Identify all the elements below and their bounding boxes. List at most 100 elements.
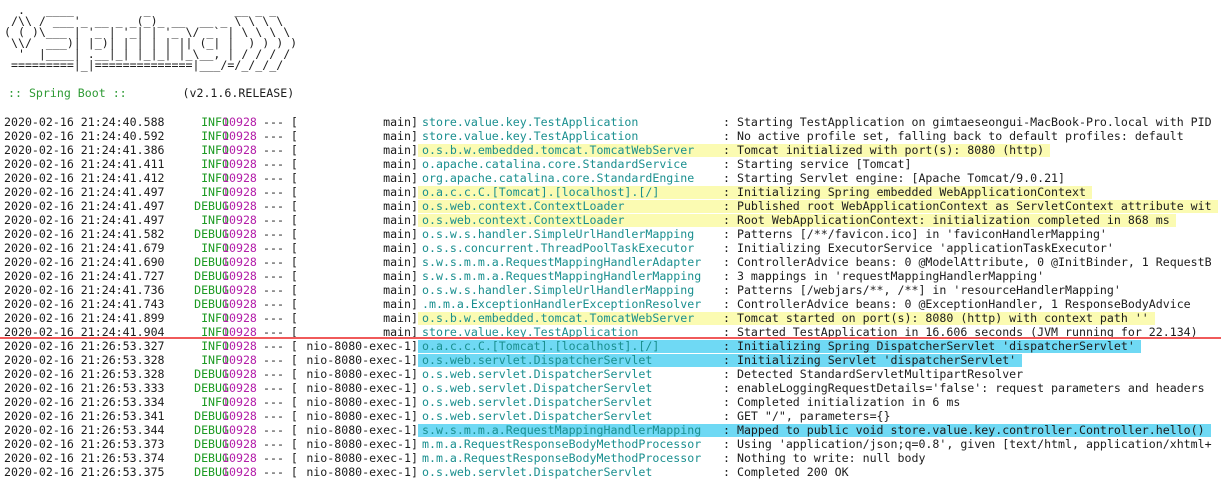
log-pid: 10928 <box>222 115 257 129</box>
log-thread: nio-8080-exec-1] <box>306 339 418 353</box>
log-logger: o.s.b.w.embedded.tomcat.TomcatWebServer <box>422 311 695 325</box>
log-message: : GET "/", parameters={} <box>723 409 891 423</box>
log-separator: --- [ <box>263 423 298 437</box>
log-logger: s.w.s.m.m.a.RequestMappingHandlerMapping <box>422 423 702 437</box>
log-logger: o.s.web.servlet.DispatcherServlet <box>422 395 653 409</box>
log-line: 2020-02-16 21:26:53.344 DEBUG 10928 --- [ni… <box>4 423 1221 437</box>
log-pid: 10928 <box>222 283 257 297</box>
log-timestamp: 2020-02-16 21:24:41.736 <box>4 283 165 297</box>
log-line: 2020-02-16 21:26:53.375 DEBUG 10928 --- [ni… <box>4 465 1221 479</box>
log-timestamp: 2020-02-16 21:24:41.386 <box>4 143 165 157</box>
spring-ascii-banner: . ____ _ __ _ _ /\\ / ___'_ __ _ _(_)_ _… <box>4 3 298 73</box>
log-timestamp: 2020-02-16 21:26:53.344 <box>4 423 165 437</box>
log-pid: 10928 <box>222 143 257 157</box>
log-pid: 10928 <box>222 171 257 185</box>
log-separator: --- [ <box>263 241 298 255</box>
log-pid: 10928 <box>222 423 257 437</box>
log-logger: .m.m.a.ExceptionHandlerExceptionResolver <box>422 297 702 311</box>
log-pid: 10928 <box>222 185 257 199</box>
log-pid: 10928 <box>222 381 257 395</box>
log-logger: store.value.key.TestApplication <box>422 129 639 143</box>
log-thread: main] <box>383 143 418 157</box>
log-logger: o.s.web.servlet.DispatcherServlet <box>422 409 653 423</box>
log-thread: nio-8080-exec-1] <box>306 465 418 479</box>
log-separator: --- [ <box>263 115 298 129</box>
log-thread: nio-8080-exec-1] <box>306 367 418 381</box>
log-message: : Published root WebApplicationContext a… <box>723 199 1212 213</box>
boot-line: :: Spring Boot :: (v2.1.6.RELEASE) <box>8 86 294 100</box>
log-pid: 10928 <box>222 297 257 311</box>
log-message: : Nothing to write: null body <box>723 451 926 465</box>
log-line: 2020-02-16 21:24:41.679 INFO 10928 --- [mai… <box>4 241 1221 255</box>
log-message: : Initializing ExecutorService 'applicat… <box>723 241 1114 255</box>
log-timestamp: 2020-02-16 21:26:53.374 <box>4 451 165 465</box>
log-logger: o.a.c.c.C.[Tomcat].[localhost].[/] <box>422 185 660 199</box>
log-message: : No active profile set, falling back to… <box>723 129 1184 143</box>
log-line: 2020-02-16 21:24:41.690 DEBUG 10928 --- [ma… <box>4 255 1221 269</box>
log-timestamp: 2020-02-16 21:26:53.328 <box>4 353 165 367</box>
log-message: : 3 mappings in 'requestMappingHandlerMa… <box>723 269 1045 283</box>
log-logger: store.value.key.TestApplication <box>422 115 639 129</box>
spring-boot-label: :: Spring Boot :: <box>8 86 127 100</box>
log-logger: s.w.s.m.m.a.RequestMappingHandlerMapping <box>422 269 702 283</box>
log-line: 2020-02-16 21:26:53.327 INFO 10928 --- [nio… <box>4 339 1221 353</box>
log-thread: main] <box>383 185 418 199</box>
log-line: 2020-02-16 21:24:40.588 INFO 10928 --- [mai… <box>4 115 1221 129</box>
log-pid: 10928 <box>222 227 257 241</box>
log-timestamp: 2020-02-16 21:24:41.497 <box>4 199 165 213</box>
log-message: : Starting Servlet engine: [Apache Tomca… <box>723 171 1066 185</box>
log-message: : Tomcat started on port(s): 8080 (http)… <box>723 311 1149 325</box>
log-separator: --- [ <box>263 451 298 465</box>
log-line: 2020-02-16 21:26:53.334 INFO 10928 --- [nio… <box>4 395 1221 409</box>
log-timestamp: 2020-02-16 21:24:40.588 <box>4 115 165 129</box>
log-separator: --- [ <box>263 213 298 227</box>
log-logger: o.s.web.servlet.DispatcherServlet <box>422 381 653 395</box>
log-pid: 10928 <box>222 395 257 409</box>
log-pid: 10928 <box>222 129 257 143</box>
log-message: : Completed 200 OK <box>723 465 849 479</box>
log-logger: o.s.web.servlet.DispatcherServlet <box>422 353 653 367</box>
log-pid: 10928 <box>222 199 257 213</box>
log-timestamp: 2020-02-16 21:24:40.592 <box>4 129 165 143</box>
log-separator: --- [ <box>263 381 298 395</box>
log-separator: --- [ <box>263 227 298 241</box>
log-pid: 10928 <box>222 255 257 269</box>
log-timestamp: 2020-02-16 21:24:41.497 <box>4 185 165 199</box>
log-line: 2020-02-16 21:26:53.373 DEBUG 10928 --- [ni… <box>4 437 1221 451</box>
log-output[interactable]: 2020-02-16 21:24:40.588 INFO 10928 --- [mai… <box>4 115 1221 479</box>
log-pid: 10928 <box>222 241 257 255</box>
log-separator: --- [ <box>263 269 298 283</box>
log-line: 2020-02-16 21:24:40.592 INFO 10928 --- [mai… <box>4 129 1221 143</box>
terminal-window[interactable]: . ____ _ __ _ _ /\\ / ___'_ __ _ _(_)_ _… <box>0 0 1221 480</box>
log-timestamp: 2020-02-16 21:26:53.375 <box>4 465 165 479</box>
log-timestamp: 2020-02-16 21:26:53.373 <box>4 437 165 451</box>
log-separator: --- [ <box>263 367 298 381</box>
log-message: : ControllerAdvice beans: 0 @ExceptionHa… <box>723 297 1191 311</box>
log-pid: 10928 <box>222 269 257 283</box>
log-thread: nio-8080-exec-1] <box>306 423 418 437</box>
log-message: : Initializing Spring DispatcherServlet … <box>723 339 1135 353</box>
log-timestamp: 2020-02-16 21:26:53.334 <box>4 395 165 409</box>
log-thread: main] <box>383 115 418 129</box>
log-thread: main] <box>383 269 418 283</box>
log-thread: main] <box>383 311 418 325</box>
log-separator: --- [ <box>263 143 298 157</box>
log-logger: s.w.s.m.m.a.RequestMappingHandlerAdapter <box>422 255 702 269</box>
log-line: 2020-02-16 21:26:53.341 DEBUG 10928 --- [ni… <box>4 409 1221 423</box>
log-message: : Patterns [/webjars/**, /**] in 'resour… <box>723 283 1121 297</box>
log-separator: --- [ <box>263 185 298 199</box>
log-logger: o.s.s.concurrent.ThreadPoolTaskExecutor <box>422 241 695 255</box>
log-logger: o.s.w.s.handler.SimpleUrlHandlerMapping <box>422 283 695 297</box>
log-thread: nio-8080-exec-1] <box>306 437 418 451</box>
log-thread: main] <box>383 283 418 297</box>
log-pid: 10928 <box>222 437 257 451</box>
log-message: : ControllerAdvice beans: 0 @ModelAttrib… <box>723 255 1212 269</box>
log-message: : Using 'application/json;q=0.8', given … <box>723 437 1212 451</box>
log-thread: main] <box>383 199 418 213</box>
log-line: 2020-02-16 21:24:41.497 DEBUG 10928 --- [ma… <box>4 199 1221 213</box>
log-line: 2020-02-16 21:26:53.374 DEBUG 10928 --- [ni… <box>4 451 1221 465</box>
log-line: 2020-02-16 21:24:41.582 DEBUG 10928 --- [ma… <box>4 227 1221 241</box>
log-separator: --- [ <box>263 339 298 353</box>
log-logger: o.apache.catalina.core.StandardService <box>422 157 688 171</box>
log-line: 2020-02-16 21:24:41.743 DEBUG 10928 --- [ma… <box>4 297 1221 311</box>
